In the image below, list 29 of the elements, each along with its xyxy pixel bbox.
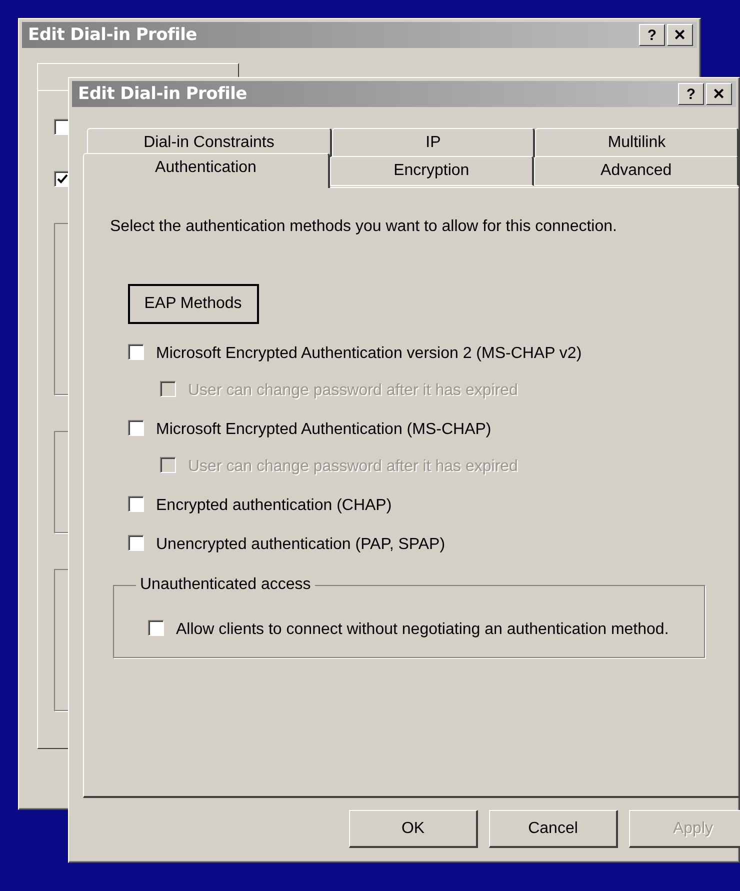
checkbox-label: Microsoft Encrypted Authentication (MS-CHAP) (156, 420, 492, 439)
tab[interactable]: Encryption (330, 156, 534, 186)
tab[interactable]: Authentication (83, 153, 330, 188)
checkbox[interactable] (128, 535, 144, 551)
checkbox-label: Microsoft Encrypted Authentication version 2 (MS-CHAP v2) (156, 344, 582, 363)
checkbox[interactable] (128, 496, 144, 512)
checkbox-label: User can change password after it has expired (188, 381, 518, 400)
close-button[interactable]: ✕ (667, 24, 693, 46)
checkbox[interactable] (148, 620, 164, 636)
checkbox-label: User can change password after it has expired (188, 457, 518, 476)
group-title: Unauthenticated access (139, 576, 312, 594)
eap-methods-button[interactable]: EAP Methods (128, 284, 259, 324)
dialog-button[interactable]: Cancel (489, 810, 618, 848)
tab[interactable]: Advanced (534, 156, 739, 186)
help-button[interactable]: ? (639, 24, 665, 46)
window-title: Edit Dial-in Profile (28, 25, 197, 45)
checkbox[interactable] (128, 420, 144, 436)
dialog-button[interactable]: OK (349, 810, 478, 848)
checkbox-label: Allow clients to connect without negotiating an authentication method. (176, 620, 669, 639)
check-icon (56, 174, 68, 184)
tab[interactable]: IP (332, 128, 536, 158)
checkbox-label: Encrypted authentication (CHAP) (156, 496, 392, 515)
window-title: Edit Dial-in Profile (78, 84, 247, 104)
checkbox-label: Unencrypted authentication (PAP, SPAP) (156, 535, 446, 554)
instruction-text: Select the authentication methods you want to allow for this connection. (110, 218, 618, 236)
help-button[interactable]: ? (678, 83, 704, 105)
tab[interactable]: Multilink (535, 128, 739, 158)
checkbox[interactable] (128, 344, 144, 360)
close-button[interactable]: ✕ (706, 83, 732, 105)
